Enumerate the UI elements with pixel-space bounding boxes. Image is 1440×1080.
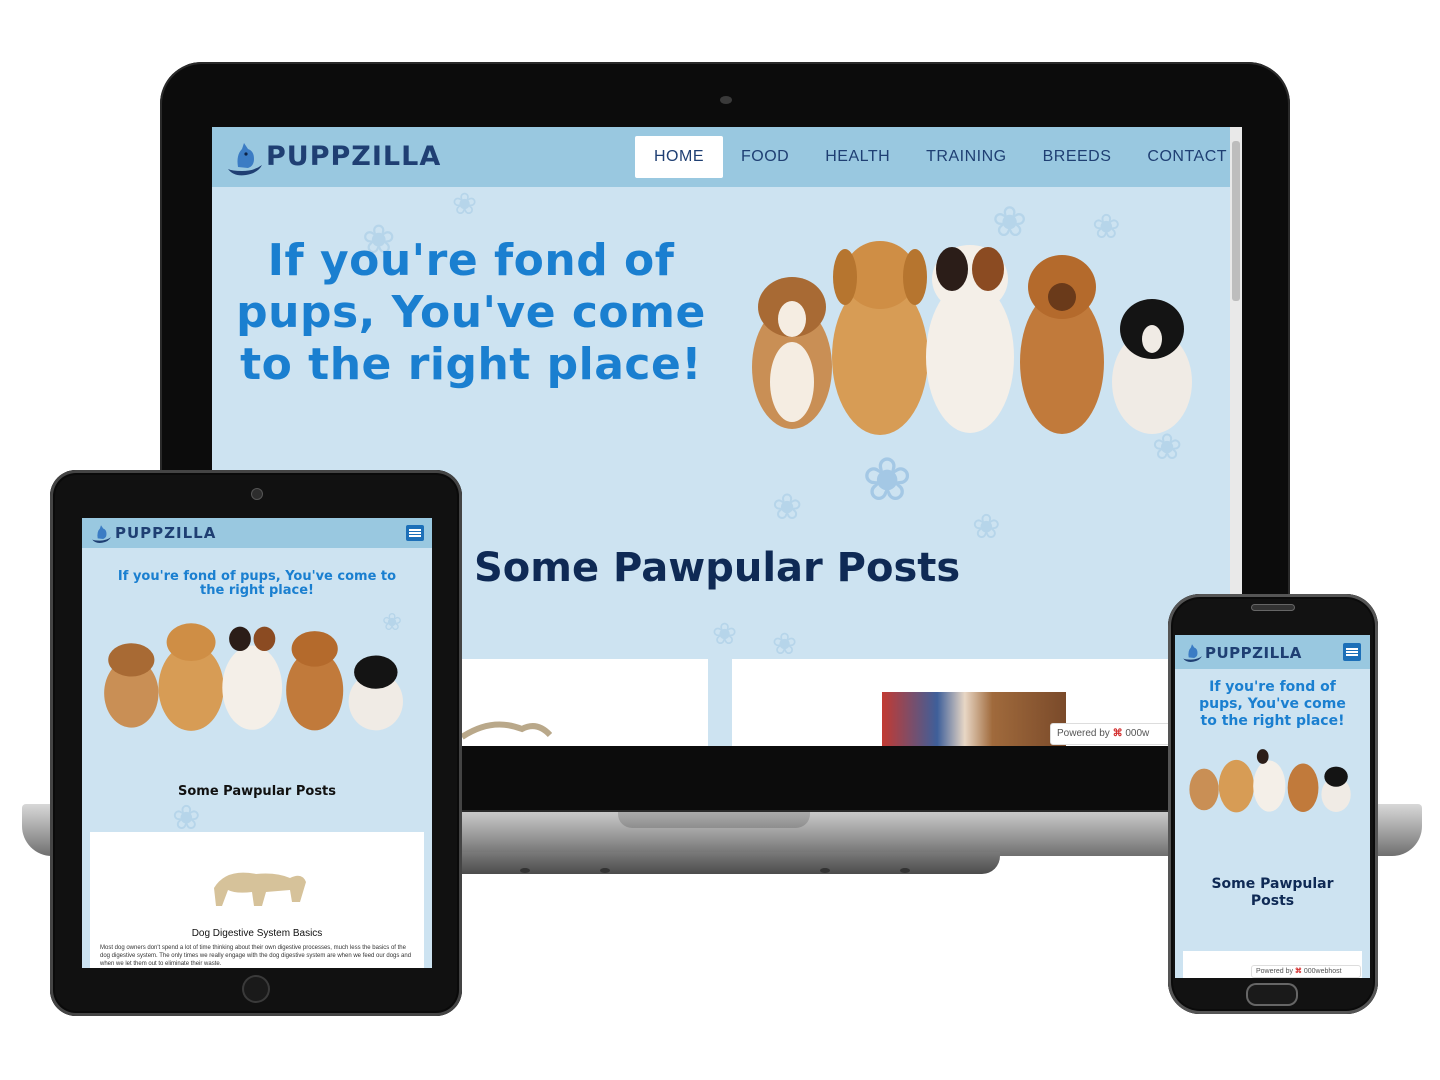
dog-logo-icon[interactable] [1181, 642, 1203, 664]
post-image [462, 721, 552, 740]
powered-brand: 000webhost [1303, 968, 1342, 975]
powered-by-label: Powered by [1256, 968, 1293, 975]
paw-print-icon: ❀ [772, 627, 798, 662]
site-logo[interactable]: PUPPZILLA [266, 141, 441, 172]
site-header: PUPPZILLA [1175, 635, 1370, 669]
hero-line: pups, You've come [1199, 696, 1346, 712]
tablet-camera [252, 489, 262, 499]
puppies-image [104, 623, 403, 731]
site-logo[interactable]: PUPPZILLA [1205, 644, 1302, 662]
laptop-camera [720, 96, 732, 104]
post-title[interactable]: Dog Digestive System Basics [90, 928, 424, 939]
nav-contact[interactable]: CONTACT [1129, 136, 1242, 178]
section-title: Some Pawpular Posts [1175, 876, 1370, 910]
tablet-home-button[interactable] [244, 977, 268, 1001]
nav-health[interactable]: HEALTH [807, 136, 908, 178]
puppies-image [1189, 749, 1351, 813]
section-line: Posts [1250, 893, 1295, 909]
section-line: Some Pawpular [1211, 876, 1334, 892]
section-title: Some Pawpular Posts [474, 545, 961, 591]
hamburger-menu-icon[interactable] [1343, 643, 1361, 661]
hero-line: If you're fond of [267, 235, 675, 286]
paw-print-icon: ❀ [772, 487, 803, 528]
dog-logo-icon[interactable] [224, 139, 264, 179]
post-card[interactable]: Dog Digestive System Basics Most dog own… [90, 832, 424, 968]
phone-home-button[interactable] [1248, 985, 1296, 1004]
section-title: Some Pawpular Posts [177, 784, 337, 799]
powered-by-badge[interactable]: Powered by ⌘ 000webhost [1251, 965, 1361, 978]
webhost-logo-icon: ⌘ [1112, 728, 1123, 739]
laptop-foot [520, 868, 530, 873]
powered-brand: 000w [1125, 728, 1150, 739]
phone-screen: PUPPZILLA If you're fond of pups, You've… [1175, 635, 1370, 978]
laptop-foot [900, 868, 910, 873]
paw-print-icon: ❀ [862, 445, 913, 515]
paw-print-icon: ❀ [452, 187, 478, 222]
nav-home[interactable]: HOME [635, 136, 723, 178]
site-header: PUPPZILLA [82, 518, 432, 548]
nav-food[interactable]: FOOD [723, 136, 807, 178]
card-gap [708, 659, 732, 746]
nav-breeds[interactable]: BREEDS [1025, 136, 1130, 178]
hero-line: the right place! [200, 583, 314, 598]
powered-by-badge[interactable]: Powered by ⌘ 000w [1050, 723, 1186, 745]
tablet-screen: ❀ ❀ PUPPZILLA If you're fond of pups, Yo… [82, 518, 432, 968]
post-excerpt: Most dog owners don't spend a lot of tim… [100, 945, 412, 967]
webhost-logo-icon: ⌘ [1294, 968, 1304, 975]
main-nav: HOME FOOD HEALTH TRAINING BREEDS CONTACT [635, 136, 1242, 178]
paw-print-icon: ❀ [712, 617, 738, 652]
hero-line: If you're fond of [1209, 679, 1336, 695]
scrollbar-thumb[interactable] [1232, 141, 1240, 301]
site-logo[interactable]: PUPPZILLA [115, 524, 216, 542]
post-image [214, 872, 306, 906]
hero-title: If you're fond of pups, You've come to t… [82, 570, 432, 598]
post-image [882, 692, 1066, 746]
hamburger-menu-icon[interactable] [406, 525, 424, 541]
puppies-image [752, 241, 1192, 435]
post-card[interactable] [462, 659, 708, 746]
hero-line: If you're fond of pups, You've come to [117, 569, 397, 584]
hero-title: If you're fond of pups, You've come to t… [1175, 679, 1370, 730]
site-header: PUPPZILLA HOME FOOD HEALTH TRAINING BREE… [212, 127, 1230, 187]
hero-line: to the right place! [1200, 713, 1345, 729]
powered-by-label: Powered by [1057, 728, 1110, 739]
nav-training[interactable]: TRAINING [908, 136, 1024, 178]
hero-line: pups, You've come [236, 287, 706, 338]
dog-logo-icon[interactable] [90, 523, 112, 545]
laptop-foot [820, 868, 830, 873]
phone-speaker [1252, 605, 1294, 610]
hero-title: If you're fond of pups, You've come to t… [226, 235, 716, 391]
hero-line: to the right place! [240, 339, 702, 390]
laptop-foot [600, 868, 610, 873]
paw-print-icon: ❀ [972, 507, 1001, 547]
